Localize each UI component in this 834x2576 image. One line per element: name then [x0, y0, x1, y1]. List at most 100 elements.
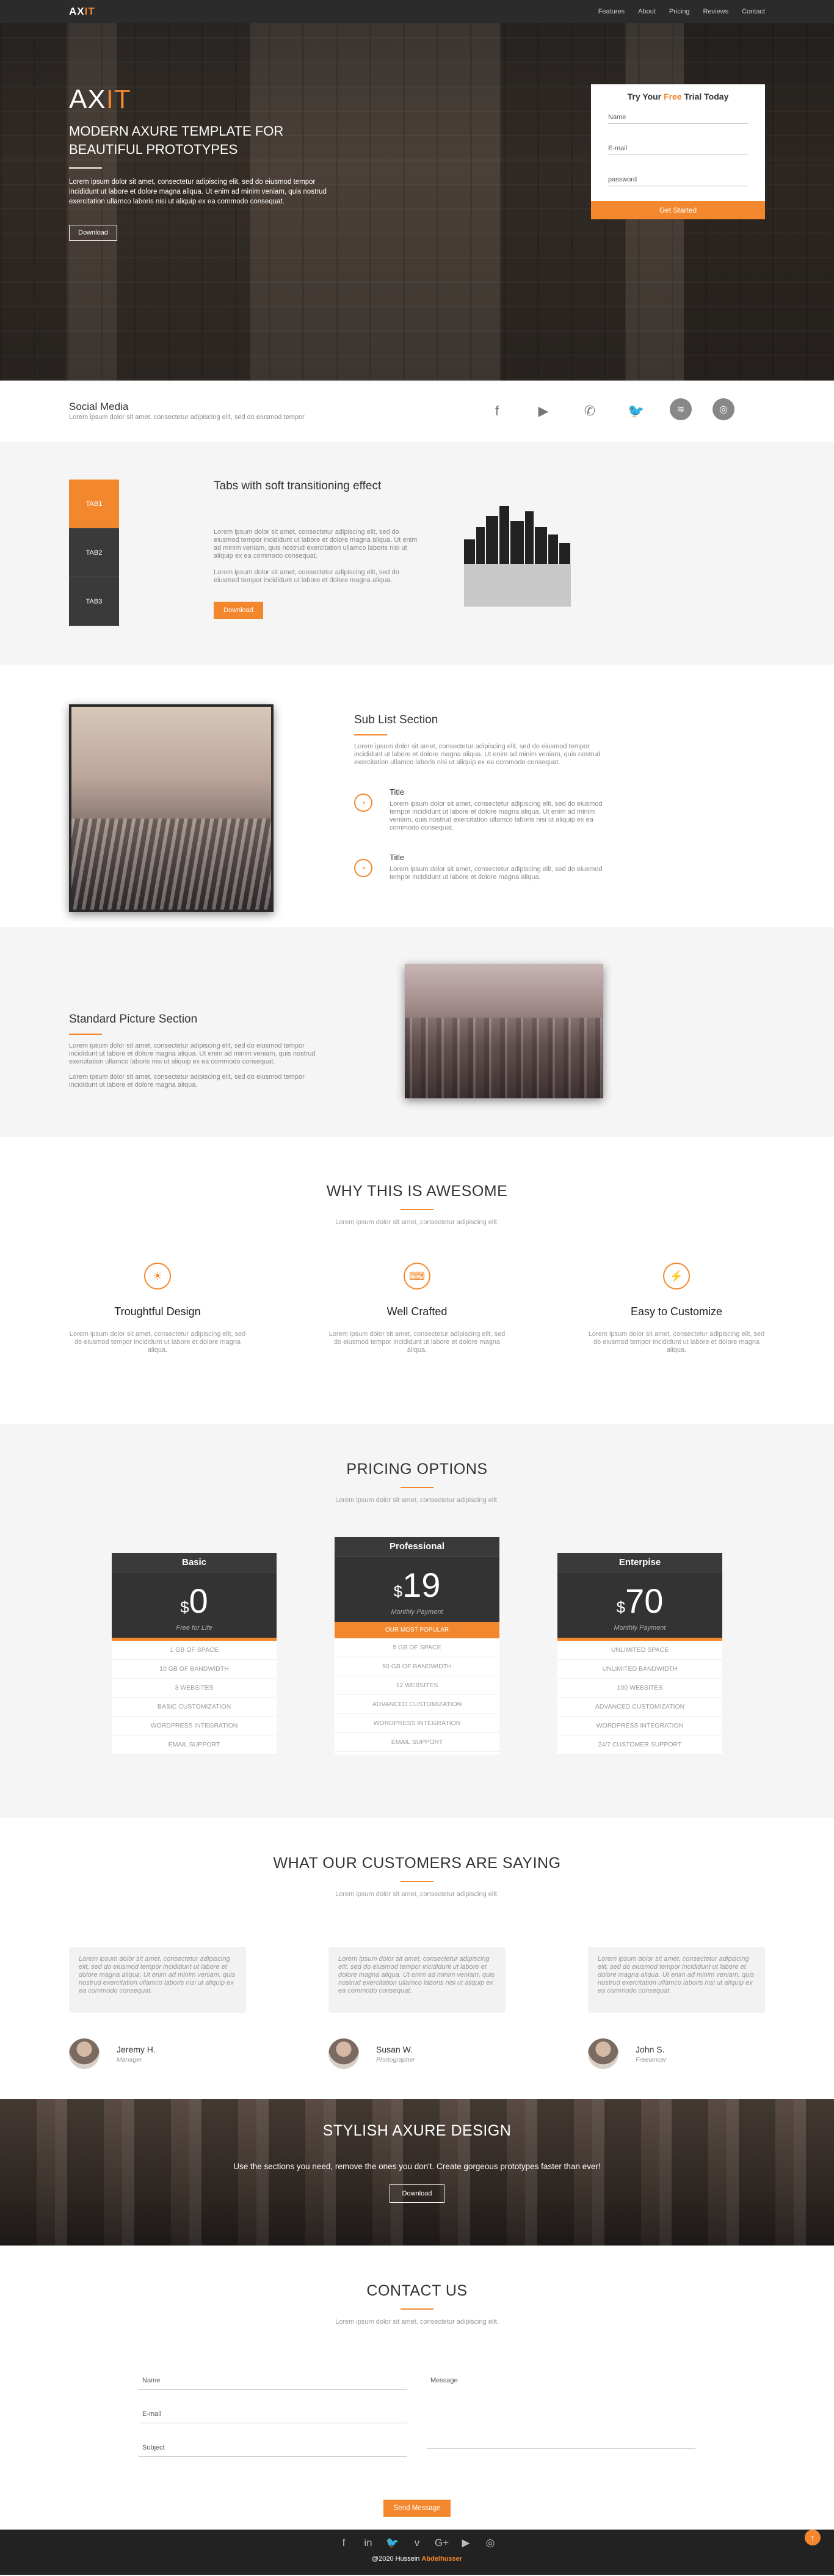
send-message-button[interactable]: Send Message — [383, 2500, 451, 2517]
youtube-icon[interactable]: ▶ — [531, 398, 556, 424]
hero-divider — [69, 167, 102, 169]
plan-enterprise[interactable]: Enterpise $70 Monthly Payment UNLIMITED … — [557, 1553, 722, 1754]
linkedin-icon[interactable]: in — [361, 2537, 375, 2549]
menu-item-about[interactable]: About — [638, 8, 656, 15]
testimonials-subtitle: Lorem ipsum dolor sit amet, consectetur … — [335, 1891, 499, 1898]
testimonial-card: Lorem ipsum dolor sit amet, consectetur … — [588, 1947, 765, 2069]
sub-list: Sub List Section Lorem ipsum dolor sit a… — [354, 704, 618, 912]
googleplus-icon[interactable]: G+ — [435, 2537, 449, 2549]
list-item-text: Title Lorem ipsum dolor sit amet, consec… — [390, 787, 618, 832]
copyright: @2020 Hussein Abdelhusser — [0, 2555, 834, 2563]
contact-title: CONTACT US — [366, 2282, 468, 2299]
message-field[interactable]: Message — [427, 2374, 695, 2449]
feature-title: Well Crafted — [386, 1305, 448, 1318]
trial-password-input[interactable]: password — [608, 170, 748, 186]
cta-download-button[interactable]: Download — [389, 2184, 445, 2203]
feature-card: ☀ Troughtful Design Lorem ipsum dolor si… — [69, 1263, 246, 1354]
spotify-icon[interactable]: ≋ — [670, 398, 692, 420]
get-started-button[interactable]: Get Started — [591, 201, 765, 219]
plan-currency: $ — [393, 1582, 403, 1600]
list-item-body: Lorem ipsum dolor sit amet, consectetur … — [390, 866, 603, 881]
title-underline — [401, 1881, 433, 1882]
testimonial-card: Lorem ipsum dolor sit amet, consectetur … — [328, 1947, 506, 2069]
plan-basic[interactable]: Basic $0 Free for Life 1 GB OF SPACE 10 … — [112, 1553, 277, 1754]
plan-period: Monthly Payment — [614, 1624, 666, 1632]
feature-title: Easy to Customize — [630, 1305, 723, 1318]
plan-currency: $ — [180, 1598, 189, 1616]
hero-section: AXIT MODERN AXURE TEMPLATE FOR BEAUTIFUL… — [0, 23, 834, 381]
tab-1[interactable]: TAB1 — [69, 480, 119, 528]
tab-download-button[interactable]: Download — [214, 602, 263, 619]
menu-item-pricing[interactable]: Pricing — [669, 8, 690, 15]
pricing-title: PRICING OPTIONS — [346, 1461, 488, 1478]
list-item: ◔ Title Lorem ipsum dolor sit amet, cons… — [354, 853, 618, 881]
menu-item-reviews[interactable]: Reviews — [703, 8, 729, 15]
title-underline — [401, 1209, 433, 1210]
instagram-icon[interactable]: ◎ — [713, 398, 734, 420]
trial-name-input[interactable]: Name — [608, 108, 748, 124]
facebook-icon[interactable]: f — [337, 2537, 350, 2549]
plan-period: Free for Life — [176, 1624, 212, 1632]
sub-list-section: Sub List Section Lorem ipsum dolor sit a… — [0, 665, 834, 927]
plan-feature: UNLIMITED BANDWIDTH — [557, 1660, 722, 1679]
standard-paragraph-2: Lorem ipsum dolor sit amet, consectetur … — [69, 1073, 305, 1089]
plan-feature: WORDPRESS INTEGRATION — [335, 1714, 499, 1733]
tabs-section: TAB1 TAB2 TAB3 Tabs with soft transition… — [0, 442, 834, 665]
city-skyline-illustration — [458, 497, 580, 631]
whatsapp-icon[interactable]: ✆ — [577, 398, 603, 424]
footer: f in 🐦 v G+ ▶ ◎ @2020 Hussein Abdelhusse… — [0, 2530, 834, 2575]
hero-download-button[interactable]: Download — [69, 225, 117, 241]
title-underline — [401, 1487, 433, 1488]
author-name: Susan W. — [376, 2044, 413, 2054]
plan-price: $19 Monthly Payment — [335, 1556, 499, 1622]
plan-feature: ADVANCED CUSTOMIZATION — [557, 1698, 722, 1717]
feature-card: ⌨ Well Crafted Lorem ipsum dolor sit ame… — [328, 1263, 506, 1354]
testimonial-quote: Lorem ipsum dolor sit amet, consectetur … — [328, 1947, 506, 2013]
email-field[interactable]: E-mail — [139, 2408, 407, 2423]
bolt-icon: ⚡ — [663, 1263, 690, 1290]
cta-section: STYLISH AXURE DESIGN Use the sections yo… — [0, 2099, 834, 2246]
testimonials-section: WHAT OUR CUSTOMERS ARE SAYING Lorem ipsu… — [0, 1818, 834, 2099]
list-item-title: Title — [390, 853, 405, 862]
why-subtitle: Lorem ipsum dolor sit amet, consectetur … — [335, 1219, 499, 1226]
plan-professional[interactable]: Professional $19 Monthly Payment OUR MOS… — [335, 1537, 499, 1754]
copyright-author: Abdelhusser — [421, 2555, 463, 2563]
tab-3[interactable]: TAB3 — [69, 577, 119, 626]
social-text: Social Media Lorem ipsum dolor sit amet,… — [69, 401, 325, 421]
tachometer-icon: ◔ — [354, 859, 372, 877]
youtube-icon[interactable]: ▶ — [459, 2537, 473, 2549]
subject-field[interactable]: Subject — [139, 2442, 407, 2457]
keyboard-icon: ⌨ — [404, 1263, 430, 1290]
form-right: Message — [427, 2374, 695, 2475]
facebook-icon[interactable]: f — [484, 398, 510, 424]
tab-2[interactable]: TAB2 — [69, 528, 119, 577]
vimeo-icon[interactable]: v — [410, 2537, 424, 2549]
logo[interactable]: AXIT — [69, 5, 95, 18]
social-description: Lorem ipsum dolor sit amet, consectetur … — [69, 414, 305, 421]
name-field[interactable]: Name — [139, 2374, 407, 2390]
testimonial-author: Susan W. Photographer — [328, 2038, 506, 2069]
trial-title-accent: Free — [664, 92, 682, 101]
cta-content: STYLISH AXURE DESIGN Use the sections yo… — [0, 2099, 834, 2203]
trial-email-input[interactable]: E-mail — [608, 139, 748, 155]
menu-item-features[interactable]: Features — [598, 8, 625, 15]
back-to-top-icon[interactable]: ↑ — [805, 2530, 821, 2545]
instagram-icon[interactable]: ◎ — [484, 2537, 497, 2549]
standard-paragraph-1: Lorem ipsum dolor sit amet, consectetur … — [69, 1042, 316, 1065]
contact-section: CONTACT US Lorem ipsum dolor sit amet, c… — [0, 2246, 834, 2530]
hero-title: AXIT — [69, 84, 332, 115]
feature-text: Lorem ipsum dolor sit amet, consectetur … — [328, 1330, 506, 1354]
pricing-plans: Basic $0 Free for Life 1 GB OF SPACE 10 … — [112, 1537, 722, 1754]
plan-feature: 10 GB OF BANDWIDTH — [112, 1660, 277, 1679]
twitter-icon[interactable]: 🐦 — [623, 398, 649, 424]
hero-text: AXIT MODERN AXURE TEMPLATE FOR BEAUTIFUL… — [69, 84, 332, 241]
why-title: WHY THIS IS AWESOME — [326, 1183, 508, 1200]
testimonial-quote: Lorem ipsum dolor sit amet, consectetur … — [588, 1947, 765, 2013]
sub-list-intro: Lorem ipsum dolor sit amet, consectetur … — [354, 743, 601, 766]
menu-item-contact[interactable]: Contact — [742, 8, 765, 15]
plan-feature: 1 GB OF SPACE — [112, 1641, 277, 1660]
twitter-icon[interactable]: 🐦 — [386, 2537, 399, 2549]
plan-amount: 0 — [189, 1582, 208, 1620]
contact-form: Name E-mail Subject Message — [139, 2374, 695, 2475]
logo-main: AX — [69, 5, 85, 17]
